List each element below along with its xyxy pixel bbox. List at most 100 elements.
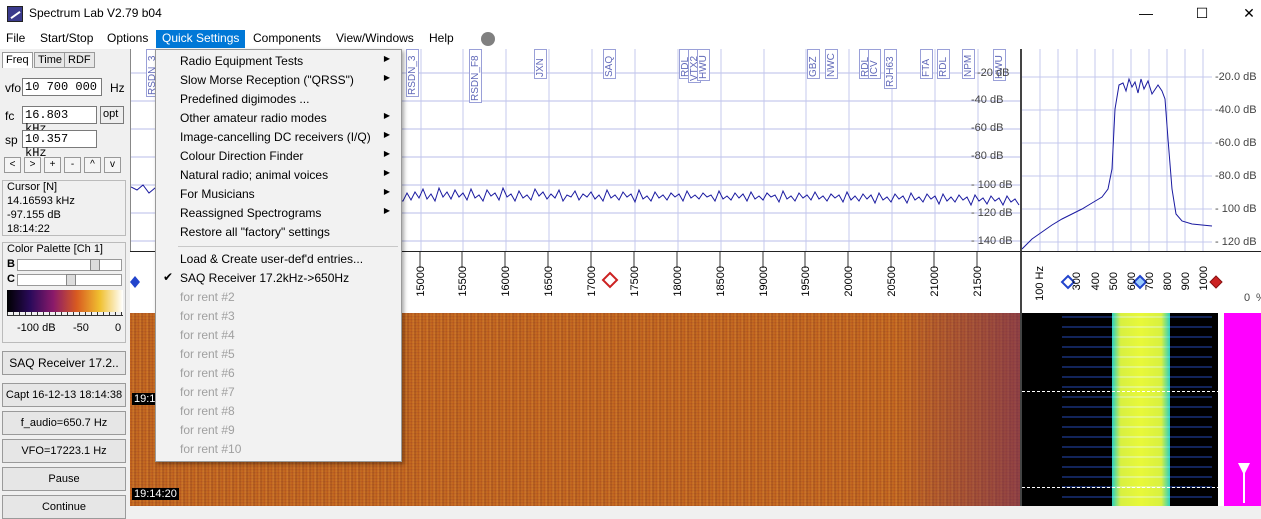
menu-item-label: Slow Morse Reception ("QRSS")	[180, 73, 354, 87]
sp-field[interactable]: 10.357 kHz	[22, 130, 97, 160]
audio-freq-tick: 500	[1108, 272, 1120, 291]
audio-freq-tick: 800	[1162, 272, 1174, 291]
submenu-arrow-icon: ▶	[383, 111, 390, 120]
waterfall-edge-shading	[900, 313, 1020, 506]
menu-start-stop[interactable]: Start/Stop	[34, 30, 99, 48]
submenu-arrow-icon: ▶	[383, 149, 390, 158]
color-palette-groupbox: Color Palette [Ch 1] B C -100 dB -50 0	[2, 242, 126, 343]
submenu-arrow-icon: ▶	[383, 168, 390, 177]
audio-db-label: -80.0 dB	[1215, 170, 1257, 182]
freq-tick: 20000	[843, 266, 855, 297]
nav-up-button[interactable]: ^	[84, 157, 101, 173]
menu-item-for-musicians[interactable]: For Musicians ▶	[157, 185, 400, 204]
freq-tick: 15500	[457, 266, 469, 297]
minimize-button[interactable]: —	[1123, 0, 1169, 27]
menu-item-predefined-digimodes[interactable]: Predefined digimodes ...	[157, 90, 400, 109]
f-audio-button[interactable]: f_audio=650.7 Hz	[2, 411, 126, 435]
zoom-out-button[interactable]: -	[64, 157, 81, 173]
db-label: -80 dB	[971, 150, 1004, 162]
tab-freq[interactable]: Freq	[2, 52, 33, 68]
freq-tick: 17000	[586, 266, 598, 297]
menu-quick-settings[interactable]: Quick Settings	[156, 30, 246, 48]
level-arrow-shaft	[1243, 473, 1245, 503]
tab-rdf[interactable]: RDF	[64, 52, 95, 68]
menu-item-label: Colour Direction Finder	[180, 149, 304, 163]
station-marker[interactable]: JXN	[534, 49, 547, 79]
menu-item-colour-direction-finder[interactable]: Colour Direction Finder ▶	[157, 147, 400, 166]
freq-tick: 17500	[629, 266, 641, 297]
saq-marker-icon	[601, 271, 619, 289]
nav-right-button[interactable]: >	[24, 157, 41, 173]
freq-tick: 15000	[415, 266, 427, 297]
nav-left-button[interactable]: <	[4, 157, 21, 173]
audio-frequency-scale[interactable]: 100 Hz 300 400 500 600 700 800 900 1000 …	[1020, 251, 1261, 313]
station-marker[interactable]: RDL	[937, 49, 950, 79]
menu-bar: File Start/Stop Options Quick Settings C…	[0, 27, 1261, 49]
menu-components[interactable]: Components	[247, 30, 327, 48]
station-marker[interactable]: SAQ	[603, 49, 616, 79]
vfo-button[interactable]: VFO=17223.1 Hz	[2, 439, 126, 463]
audio-spectrum-display[interactable]: -20.0 dB -40.0 dB -60.0 dB -80.0 dB - 10…	[1020, 49, 1261, 251]
menu-item-natural-radio[interactable]: Natural radio; animal voices ▶	[157, 166, 400, 185]
menu-item-label: for rent #6	[180, 366, 235, 380]
tab-time[interactable]: Time	[34, 52, 67, 68]
palette-scale-min: -100 dB	[17, 322, 56, 334]
level-meter-bar	[1218, 313, 1261, 506]
contrast-slider[interactable]	[17, 274, 122, 286]
station-marker[interactable]: HWU	[697, 49, 710, 81]
saq-receiver-button[interactable]: SAQ Receiver 17.2..	[2, 351, 126, 375]
time-marker-line	[1022, 391, 1218, 392]
audio-freq-tick: 300	[1071, 272, 1083, 291]
menu-options[interactable]: Options	[101, 30, 154, 48]
db-label: - 100 dB	[971, 179, 1013, 191]
level-meter-scale	[1218, 313, 1224, 506]
palette-gradient[interactable]	[7, 290, 123, 312]
station-marker[interactable]: GBZ	[807, 49, 820, 79]
freq-tick: 20500	[886, 266, 898, 297]
menu-item-other-amateur-modes[interactable]: Other amateur radio modes ▶	[157, 109, 400, 128]
close-button[interactable]: ✕	[1226, 0, 1261, 27]
vfo-field[interactable]: 10 700 000	[22, 78, 102, 96]
station-marker[interactable]: RJH63	[884, 49, 897, 89]
cursor-time: 18:14:22	[7, 223, 50, 235]
menu-item-slow-morse[interactable]: Slow Morse Reception ("QRSS") ▶	[157, 71, 400, 90]
cursor-groupbox: Cursor [N] 14.16593 kHz -97.155 dB 18:14…	[2, 180, 126, 236]
continue-button[interactable]: Continue	[2, 495, 126, 519]
audio-spectrum-trace	[1022, 77, 1213, 250]
menu-item-reassigned-spectrograms[interactable]: Reassigned Spectrograms ▶	[157, 204, 400, 223]
menu-help[interactable]: Help	[423, 30, 460, 48]
vfo-unit: Hz	[110, 81, 125, 95]
nav-down-button[interactable]: v	[104, 157, 121, 173]
maximize-button[interactable]: ☐	[1179, 0, 1225, 27]
menu-item-saq-receiver[interactable]: ✔ SAQ Receiver 17.2kHz->650Hz	[157, 269, 400, 288]
station-marker[interactable]: NPM	[962, 49, 975, 79]
brightness-slider[interactable]	[17, 259, 122, 271]
menu-item-restore-factory[interactable]: Restore all "factory" settings	[157, 223, 400, 242]
cursor-title: Cursor [N]	[7, 181, 58, 193]
capture-button[interactable]: Capt 16-12-13 18:14:38	[2, 383, 126, 407]
pause-button[interactable]: Pause	[2, 467, 126, 491]
record-indicator-icon[interactable]	[481, 32, 495, 46]
palette-scale-max: 0	[115, 322, 122, 334]
db-label: - 140 dB	[971, 235, 1013, 247]
submenu-arrow-icon: ▶	[383, 187, 390, 196]
palette-ticks	[7, 312, 123, 316]
menu-item-radio-equipment-tests[interactable]: Radio Equipment Tests ▶	[157, 52, 400, 71]
zoom-in-button[interactable]: +	[44, 157, 61, 173]
station-marker[interactable]: NWC	[825, 49, 838, 79]
menu-item-label: Radio Equipment Tests	[180, 54, 304, 68]
db-label: -40 dB	[971, 94, 1004, 106]
fc-field[interactable]: 16.803 kHz	[22, 106, 97, 136]
station-marker[interactable]: RSDN_F8	[469, 49, 482, 103]
station-marker[interactable]: RSDN_3	[406, 49, 419, 97]
menu-item-iq-receivers[interactable]: Image-cancelling DC receivers (I/Q) ▶	[157, 128, 400, 147]
station-marker[interactable]: ICV	[868, 49, 881, 79]
menu-item-for-rent: for rent #7	[157, 383, 400, 402]
opt-button[interactable]: opt	[100, 106, 124, 124]
menu-view-windows[interactable]: View/Windows	[330, 30, 420, 48]
menu-item-load-user-entries[interactable]: Load & Create user-def'd entries...	[157, 250, 400, 269]
station-marker[interactable]: FTA	[920, 49, 933, 79]
menu-item-for-rent: for rent #3	[157, 307, 400, 326]
menu-file[interactable]: File	[0, 30, 31, 48]
audio-waterfall-display[interactable]	[1020, 313, 1218, 506]
